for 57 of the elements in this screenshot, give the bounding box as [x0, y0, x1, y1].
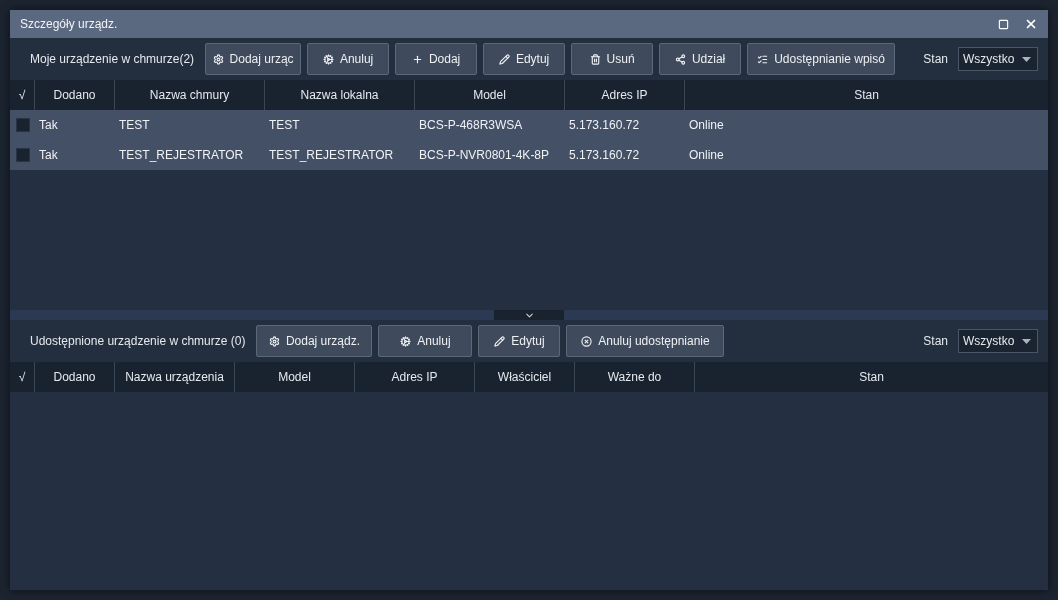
window-title: Szczegóły urządz.: [20, 16, 119, 33]
column-header: Właściciel: [475, 362, 575, 392]
table-cell-text: TEST: [118, 117, 151, 134]
column-header: Dodano: [35, 362, 115, 392]
toolbar-button[interactable]: Anuluj: [378, 325, 473, 357]
toolbar-button[interactable]: Usuń: [571, 43, 654, 75]
row-checkbox[interactable]: [15, 148, 30, 162]
column-header: Ważne do: [575, 362, 695, 392]
status-dropdown[interactable]: Wszystko: [958, 47, 1038, 71]
gears-icon: [400, 335, 412, 347]
close-icon[interactable]: [1024, 17, 1038, 31]
toolbar-button[interactable]: Anuluj: [307, 43, 390, 75]
status-dropdown[interactable]: Wszystko: [958, 329, 1038, 353]
toolbar-button[interactable]: Edytuj: [483, 43, 566, 75]
column-header: Adres IP: [355, 362, 475, 392]
filter-label: Stan: [923, 51, 948, 68]
table-cell-text: TEST: [268, 117, 301, 134]
table-cell-text: BCS-P-468R3WSA: [418, 117, 524, 134]
table-cell-text: Tak: [38, 147, 59, 164]
toolbar-button[interactable]: Udział: [659, 43, 742, 75]
table-cell-text: TEST_REJESTRATOR: [268, 147, 395, 164]
trash-icon: [589, 53, 601, 65]
toolbar-button[interactable]: Udostępnianie wpisó: [747, 43, 896, 75]
column-header: √: [10, 362, 35, 392]
table-cell-text: TEST_REJESTRATOR: [118, 147, 245, 164]
toolbar-button[interactable]: Dodaj urządz.: [256, 325, 373, 357]
table-cell-text: BCS-P-NVR0801-4K-8P: [418, 147, 551, 164]
caret-icon: [1022, 338, 1031, 344]
caret-icon: [1022, 56, 1031, 62]
table-cell-text: 5.173.160.72: [568, 147, 641, 164]
gear-icon: [268, 335, 280, 347]
table-cell-text: 5.173.160.72: [568, 117, 641, 134]
toolbar-button[interactable]: Anuluj udostępnianie: [566, 325, 725, 357]
gears-icon: [322, 53, 334, 65]
section-title: Moje urządzenie w chmurze(2): [30, 51, 195, 68]
column-header: Model: [235, 362, 355, 392]
filter-label: Stan: [923, 333, 948, 350]
section-title: Udostępnione urządzenie w chmurze (0): [30, 333, 246, 350]
list-icon: [757, 53, 769, 65]
maximize-icon[interactable]: [998, 18, 1009, 30]
column-header: Nazwa urządzenia: [115, 362, 235, 392]
column-header: Stan: [858, 369, 885, 386]
row-checkbox[interactable]: [15, 118, 30, 132]
splitter-handle[interactable]: [494, 310, 564, 320]
cancel-icon: [581, 335, 593, 347]
toolbar-button[interactable]: Dodaj urząc: [205, 43, 302, 75]
gear-icon: [212, 53, 224, 65]
table-cell-text: Online: [688, 147, 725, 164]
toolbar-button[interactable]: Dodaj: [395, 43, 478, 75]
table-cell-text: Tak: [38, 117, 59, 134]
pencil-icon: [494, 335, 506, 347]
plus-icon: [411, 53, 423, 65]
pencil-icon: [498, 53, 510, 65]
column-header: Stan: [853, 87, 880, 104]
share-icon: [674, 53, 686, 65]
toolbar-button[interactable]: Edytuj: [478, 325, 561, 357]
table-cell-text: Online: [688, 117, 725, 134]
